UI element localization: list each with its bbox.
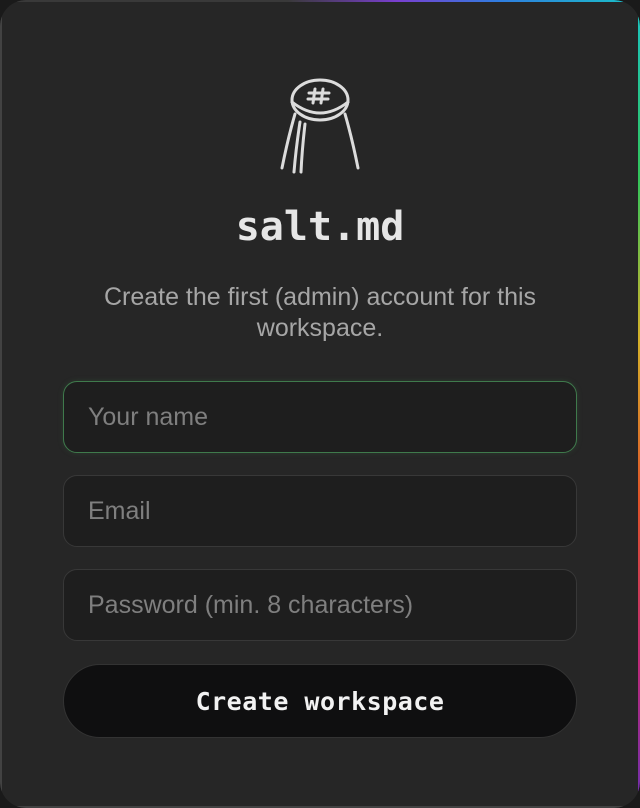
intro-text: Create the first (admin) account for thi… [103,283,537,342]
setup-card: salt.md Create the first (admin) account… [0,0,640,808]
password-field[interactable] [63,569,577,641]
app-name: salt.md [235,204,405,250]
name-field[interactable] [63,381,577,453]
create-workspace-button[interactable]: Create workspace [63,664,577,738]
salt-shaker-icon [280,78,360,174]
email-field[interactable] [63,475,577,547]
